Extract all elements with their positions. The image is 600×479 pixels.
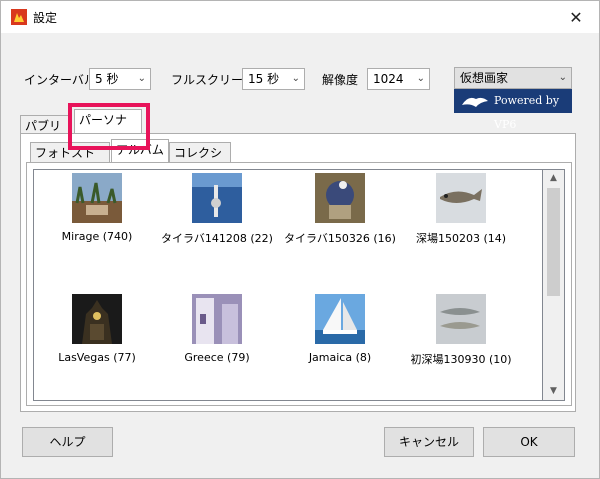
album-item[interactable]: Mirage (740) — [37, 173, 157, 243]
chevron-down-icon: ⌄ — [137, 73, 146, 84]
album-caption: タイラバ141208 (22) — [161, 232, 273, 245]
album-thumbnail — [315, 173, 365, 223]
bird-logo-icon — [462, 97, 488, 107]
cancel-button[interactable]: キャンセル — [384, 427, 474, 457]
window-title: 設定 — [33, 11, 58, 25]
settings-dialog: 設定 ✕ インターバル 5 秒 ⌄ フルスクリーン 15 秒 ⌄ 解像度 102… — [0, 0, 600, 479]
album-caption: 深場150203 (14) — [415, 232, 507, 245]
tab-collection[interactable]: コレクション — [169, 142, 231, 180]
tab-highlight-annotation — [68, 103, 150, 150]
title-bar: 設定 ✕ — [1, 1, 599, 33]
scroll-up-icon[interactable]: ▲ — [543, 170, 564, 187]
album-item[interactable]: LasVegas (77) — [37, 294, 157, 364]
vp6-logo: Powered by VP6 — [454, 89, 572, 131]
close-icon: ✕ — [569, 7, 583, 27]
album-caption: Mirage (740) — [61, 230, 133, 243]
album-item[interactable]: 深場150203 (14) — [401, 173, 521, 246]
album-item[interactable]: タイラバ150326 (16) — [280, 173, 400, 246]
album-thumbnail — [436, 294, 486, 344]
chevron-down-icon: ⌄ — [558, 72, 567, 83]
album-caption: 初深場130930 (10) — [410, 353, 512, 366]
fullscreen-value: 15 秒 — [248, 72, 280, 86]
theme-select[interactable]: 仮想画家 ⌄ — [454, 67, 572, 89]
album-item[interactable]: Greece (79) — [157, 294, 277, 364]
album-thumbnail — [436, 173, 486, 223]
interval-value: 5 秒 — [95, 72, 119, 86]
album-caption: タイラバ150326 (16) — [284, 232, 396, 245]
cancel-button-label: キャンセル — [398, 435, 459, 449]
ok-button-label: OK — [520, 435, 538, 449]
resolution-value: 1024 — [373, 72, 404, 86]
album-caption: LasVegas (77) — [58, 351, 136, 364]
album-thumbnail — [72, 173, 122, 223]
close-button[interactable]: ✕ — [553, 1, 599, 33]
help-button-label: ヘルプ — [49, 435, 86, 449]
app-flame-icon — [11, 9, 27, 25]
interval-label: インターバル — [24, 73, 96, 87]
album-item[interactable]: Jamaica (8) — [280, 294, 400, 364]
scroll-down-icon[interactable]: ▼ — [543, 383, 564, 400]
interval-select[interactable]: 5 秒 ⌄ — [89, 68, 151, 90]
chevron-down-icon: ⌄ — [416, 73, 425, 84]
album-thumbnail — [192, 294, 242, 344]
help-button[interactable]: ヘルプ — [22, 427, 113, 457]
vertical-scrollbar[interactable]: ▲ ▼ — [543, 169, 565, 401]
album-item[interactable]: 初深場130930 (10) — [401, 294, 521, 367]
album-thumbnail — [192, 173, 242, 223]
logo-text: Powered by VP6 — [494, 94, 560, 131]
resolution-label: 解像度 — [322, 73, 359, 87]
resolution-select[interactable]: 1024 ⌄ — [367, 68, 430, 90]
album-caption: Jamaica (8) — [308, 351, 372, 364]
fullscreen-select[interactable]: 15 秒 ⌄ — [242, 68, 305, 90]
scroll-thumb[interactable] — [547, 188, 560, 296]
album-thumbnail — [72, 294, 122, 344]
album-thumbnail — [315, 294, 365, 344]
chevron-down-icon: ⌄ — [291, 73, 300, 84]
theme-value: 仮想画家 — [460, 71, 509, 85]
album-caption: Greece (79) — [184, 351, 250, 364]
album-item[interactable]: タイラバ141208 (22) — [157, 173, 277, 246]
ok-button[interactable]: OK — [483, 427, 575, 457]
